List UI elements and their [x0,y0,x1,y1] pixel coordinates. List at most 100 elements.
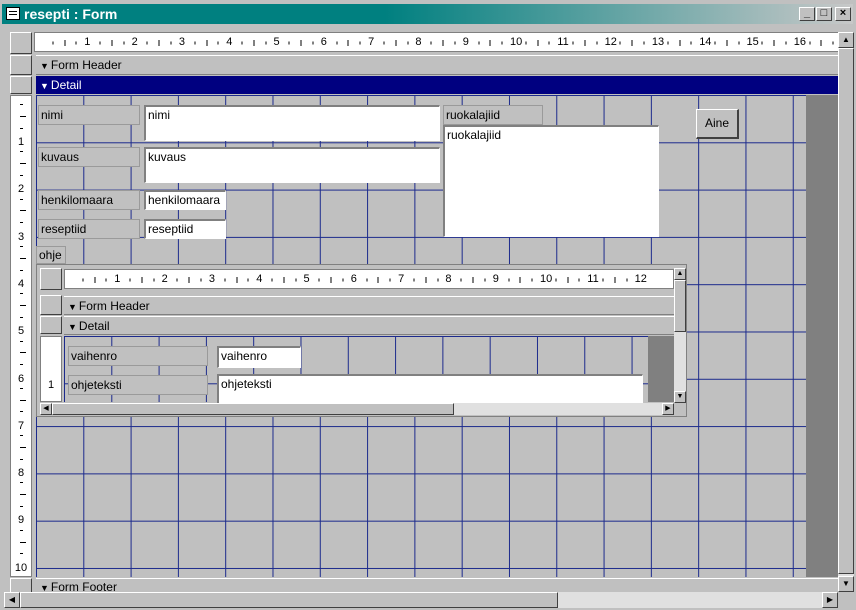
ruler-number: 12 [604,36,617,48]
subform-vertical-ruler[interactable]: 1 [40,336,62,402]
ruler-tick [20,257,26,259]
subform-detail-extent [648,336,674,402]
main-vertical-scrollbar[interactable]: ▲ ▼ [838,32,854,592]
vaihenro-label[interactable]: vaihenro [68,346,208,366]
main-horizontal-scrollbar[interactable]: ◀ ▶ [4,592,838,608]
ruler-number: 1 [114,273,121,285]
detail-band[interactable]: ▼ Detail [36,76,838,94]
ruler-tick [20,482,23,484]
ruler-tick [20,293,23,295]
scroll-left-arrow-icon[interactable]: ◀ [4,592,20,608]
window-title: resepti : Form [24,6,118,22]
ruler-number: 4 [256,273,263,285]
ruokalajiid-label[interactable]: ruokalajiid [443,105,543,125]
aine-button[interactable]: Aine [696,109,739,139]
subform-ruler-corner[interactable] [40,268,62,290]
ruler-tick [20,435,23,437]
subform-vertical-scrollbar[interactable]: ▲ ▼ [674,268,686,403]
ruler-number: 16 [793,36,807,48]
vertical-ruler[interactable]: 1 2 3 4 5 6 7 8 9 10 [10,95,32,577]
ruler-number: 9 [492,273,499,285]
ruler-number: 10 [510,36,523,48]
kuvaus-textbox[interactable]: kuvaus [144,147,440,183]
subform-header-selector[interactable] [40,295,62,315]
ruler-tick [20,210,26,212]
nimi-label[interactable]: nimi [38,105,140,125]
ruler-tick [20,316,23,318]
detail-selector[interactable] [10,76,32,94]
close-button[interactable]: × [835,7,851,21]
ruler-number: 6 [17,372,25,385]
scroll-left-arrow-icon[interactable]: ◀ [40,403,52,415]
ruler-number: 5 [273,36,280,48]
horizontal-ruler-ticks [52,40,834,46]
ruler-number: 2 [161,273,168,285]
ruler-tick [20,458,23,460]
subform-detail-selector[interactable] [40,316,62,334]
ruler-corner-selector[interactable] [10,32,32,54]
ruler-tick [20,411,23,413]
reseptiid-textbox[interactable]: reseptiid [144,219,226,239]
ruler-tick [20,115,26,117]
reseptiid-label[interactable]: reseptiid [38,219,140,239]
ruler-tick [20,163,26,165]
ohje-subform-label[interactable]: ohje [36,246,66,264]
scroll-right-arrow-icon[interactable]: ▶ [662,403,674,415]
subform-horizontal-ruler[interactable]: 1 2 3 4 5 6 7 8 9 10 11 12 [64,269,674,289]
ruler-number: 9 [462,36,469,48]
scroll-up-arrow-icon[interactable]: ▲ [674,268,686,280]
subform-detail-label: Detail [78,319,110,333]
ruler-tick [20,364,23,366]
ruler-number: 3 [178,36,186,48]
ruler-tick [20,340,23,342]
ruler-number: 8 [17,467,25,480]
size-grip[interactable] [838,592,854,608]
subform-horizontal-scrollbar[interactable]: ◀ ▶ [40,403,674,415]
ruler-number: 6 [350,273,357,285]
scroll-right-arrow-icon[interactable]: ▶ [822,592,838,608]
scroll-up-arrow-icon[interactable]: ▲ [838,32,854,48]
ruler-number: 7 [368,36,375,48]
ruler-tick [20,352,26,354]
scroll-down-arrow-icon[interactable]: ▼ [674,391,686,403]
subform-vscroll-thumb[interactable] [674,280,686,332]
ruokalajiid-listbox[interactable]: ruokalajiid [443,125,659,237]
ruler-tick [20,104,23,105]
henkilomaara-label[interactable]: henkilomaara [38,190,140,210]
ruler-number: 1 [17,136,25,148]
main-hscroll-thumb[interactable] [20,592,558,608]
subform-ruler-ticks [82,277,628,283]
ruler-tick [20,553,23,555]
ruler-number: 14 [699,36,712,48]
ruler-tick [20,174,23,176]
form-window-icon [6,7,20,20]
horizontal-ruler[interactable]: 123456789101112131415161 [34,32,840,52]
main-vscroll-thumb[interactable] [838,48,854,574]
ruler-number: 15 [746,36,759,48]
kuvaus-label[interactable]: kuvaus [38,147,140,167]
ruler-tick [20,245,23,247]
minimize-button[interactable]: _ [799,7,815,21]
form-header-label: Form Header [50,58,122,72]
subform-form-header-band[interactable]: ▼ Form Header [64,296,674,315]
ruler-number: 1 [84,36,91,48]
form-header-selector[interactable] [10,55,32,75]
detail-label: Detail [50,78,82,92]
form-header-band[interactable]: ▼ Form Header [36,55,838,75]
scroll-down-arrow-icon[interactable]: ▼ [838,576,854,592]
ohjeteksti-textbox[interactable]: ohjeteksti [217,374,643,404]
ohjeteksti-label[interactable]: ohjeteksti [68,375,208,395]
ruler-number: 10 [540,273,553,285]
subform-hscroll-thumb[interactable] [52,403,454,415]
henkilomaara-textbox[interactable]: henkilomaara [144,190,226,210]
vaihenro-textbox[interactable]: vaihenro [217,346,301,368]
band-arrow-icon: ▼ [40,81,49,91]
ruler-tick [20,494,26,496]
ohje-subform[interactable]: 1 2 3 4 5 6 7 8 9 10 11 12 ▼ Form Header ▼ Detail 1 v… [36,264,687,417]
subform-detail-band[interactable]: ▼ Detail [64,316,674,335]
window-title-bar[interactable]: resepti : Form _ □ × [2,4,853,24]
nimi-textbox[interactable]: nimi [144,105,440,141]
maximize-button[interactable]: □ [816,7,832,21]
ruler-tick [20,198,23,200]
ruler-tick [20,399,26,401]
